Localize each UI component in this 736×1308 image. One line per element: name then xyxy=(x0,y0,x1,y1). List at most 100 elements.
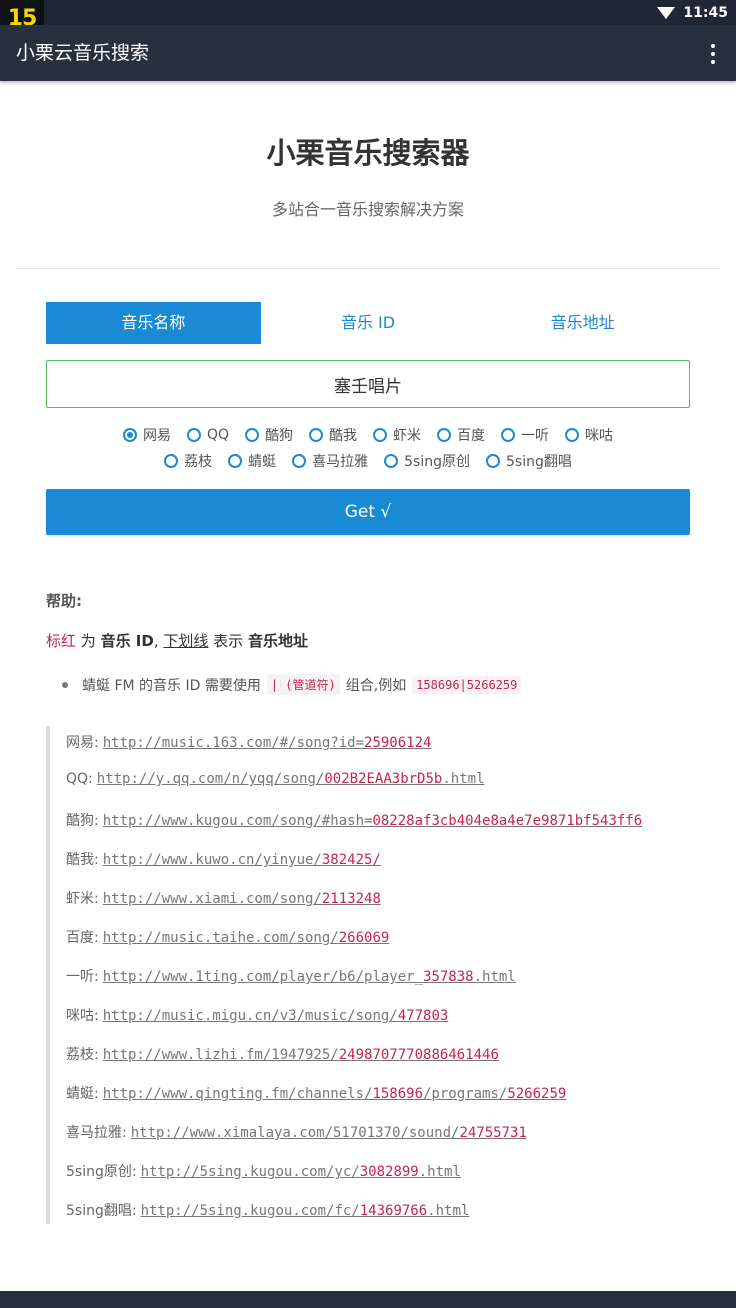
example-url[interactable]: http://5sing.kugou.com/fc/14369766.html xyxy=(141,1203,470,1219)
source-radio-group-2: 荔枝 蜻蜓 喜马拉雅 5sing原创 5sing翻唱 xyxy=(0,451,736,471)
example-label: 网易: xyxy=(66,735,99,751)
radio-label: 酷狗 xyxy=(265,428,294,444)
source-radio-xiami[interactable]: 虾米 xyxy=(373,425,421,445)
legend-comma: , xyxy=(153,632,159,650)
example-url[interactable]: http://music.taihe.com/song/266069 xyxy=(103,930,390,946)
example-row: 百度: http://music.taihe.com/song/266069 xyxy=(66,927,389,947)
radio-label: 5sing原创 xyxy=(404,454,470,470)
example-url[interactable]: http://music.migu.cn/v3/music/song/47780… xyxy=(103,1008,449,1024)
example-row: 酷狗: http://www.kugou.com/song/#hash=08228… xyxy=(66,810,642,830)
source-radio-migu[interactable]: 咪咕 xyxy=(565,425,613,445)
source-radio-baidu[interactable]: 百度 xyxy=(437,425,485,445)
radio-icon xyxy=(565,428,580,442)
source-radio-5sing-yc[interactable]: 5sing原创 xyxy=(384,451,470,471)
radio-icon xyxy=(164,454,179,468)
wifi-icon xyxy=(657,7,676,19)
example-row: 5sing翻唱: http://5sing.kugou.com/fc/143697… xyxy=(66,1200,469,1220)
radio-label: 网易 xyxy=(142,428,171,444)
example-row: 蜻蜓: http://www.qingting.fm/channels/15869… xyxy=(66,1083,566,1103)
source-radio-5sing-fc[interactable]: 5sing翻唱 xyxy=(486,451,572,471)
search-input[interactable] xyxy=(46,360,690,408)
source-radio-qq[interactable]: QQ xyxy=(186,425,230,445)
example-url[interactable]: http://5sing.kugou.com/yc/3082899.html xyxy=(141,1164,461,1180)
app-title: 小栗云音乐搜索 xyxy=(16,42,150,64)
legend-underline: 下划线 xyxy=(163,632,209,650)
example-label: 喜马拉雅: xyxy=(66,1125,127,1141)
radio-icon xyxy=(186,428,201,442)
url-examples-block: 网易: http://music.163.com/#/song?id=259061… xyxy=(46,726,706,1224)
example-label: 5sing翻唱: xyxy=(66,1203,137,1219)
source-radio-ximalaya[interactable]: 喜马拉雅 xyxy=(292,451,368,471)
radio-label: 百度 xyxy=(457,428,486,444)
radio-label: 5sing翻唱 xyxy=(506,454,572,470)
example-url[interactable]: http://www.qingting.fm/channels/158696/p… xyxy=(103,1086,567,1102)
legend-id: 音乐 ID xyxy=(100,632,154,650)
radio-icon xyxy=(228,454,243,468)
radio-icon xyxy=(292,454,307,468)
source-radio-group-1: 网易 QQ 酷狗 酷我 虾米 百度 一听 咪咕 xyxy=(0,425,736,445)
example-row: 荔枝: http://www.lizhi.fm/1947925/249870777… xyxy=(66,1044,499,1064)
example-row: 喜马拉雅: http://www.ximalaya.com/51701370/so… xyxy=(66,1122,527,1142)
legend-text: 表示 xyxy=(208,632,248,650)
more-options-icon[interactable] xyxy=(710,44,716,64)
source-radio-qingting[interactable]: 蜻蜓 xyxy=(228,451,276,471)
radio-icon xyxy=(384,454,399,468)
source-radio-kugou[interactable]: 酷狗 xyxy=(245,425,293,445)
radio-icon xyxy=(486,454,500,468)
page-title: 小栗音乐搜索器 xyxy=(266,136,470,170)
example-url[interactable]: http://y.qq.com/n/yqq/song/002B2EAA3brD5… xyxy=(97,771,485,787)
status-time: 11:45 xyxy=(683,4,728,21)
help-legend: 标红 为 音乐 ID, 下划线 表示 音乐地址 xyxy=(46,630,308,651)
example-label: 百度: xyxy=(66,930,99,946)
get-button[interactable]: Get √ xyxy=(46,489,690,535)
radio-icon xyxy=(437,428,452,442)
bullet-icon xyxy=(62,681,68,688)
radio-label: 酷我 xyxy=(329,428,358,444)
radio-icon xyxy=(373,428,388,442)
radio-label: 虾米 xyxy=(393,428,422,444)
example-label: 荔枝: xyxy=(66,1047,99,1063)
status-bar: 11:45 xyxy=(0,0,736,25)
example-label: 5sing原创: xyxy=(66,1164,137,1180)
source-radio-lizhi[interactable]: 荔枝 xyxy=(164,451,212,471)
radio-icon xyxy=(245,428,260,442)
radio-checked-icon xyxy=(122,428,137,442)
example-label: 咪咕: xyxy=(66,1008,99,1024)
example-row: 酷我: http://www.kuwo.cn/yinyue/382425/ xyxy=(66,849,381,869)
example-label: 酷我: xyxy=(66,852,99,868)
tab-music-id[interactable]: 音乐 ID xyxy=(261,302,476,344)
tab-music-name[interactable]: 音乐名称 xyxy=(46,302,261,344)
radio-label: 一听 xyxy=(521,428,550,444)
radio-label: 荔枝 xyxy=(184,454,213,470)
example-label: QQ: xyxy=(66,771,93,787)
example-url[interactable]: http://music.163.com/#/song?id=25906124 xyxy=(103,735,432,751)
example-row: 咪咕: http://music.migu.cn/v3/music/song/47… xyxy=(66,1005,448,1025)
app-bar: 小栗云音乐搜索 xyxy=(0,25,736,81)
radio-label: 咪咕 xyxy=(585,428,614,444)
example-url[interactable]: http://www.kuwo.cn/yinyue/382425/ xyxy=(103,852,381,868)
radio-label: 喜马拉雅 xyxy=(312,454,369,470)
example-url[interactable]: http://www.kugou.com/song/#hash=08228af3… xyxy=(103,813,642,829)
example-row: 一听: http://www.1ting.com/player/b6/player… xyxy=(66,966,516,986)
source-radio-1ting[interactable]: 一听 xyxy=(501,425,549,445)
divider xyxy=(16,268,720,269)
note-code: | (管道符) xyxy=(266,674,340,695)
legend-text: 为 xyxy=(76,632,101,650)
tab-music-url[interactable]: 音乐地址 xyxy=(475,302,690,344)
example-url[interactable]: http://www.xiami.com/song/2113248 xyxy=(103,891,381,907)
example-label: 酷狗: xyxy=(66,813,99,829)
source-radio-netease[interactable]: 网易 xyxy=(122,425,171,445)
source-radio-kuwo[interactable]: 酷我 xyxy=(309,425,357,445)
example-label: 虾米: xyxy=(66,891,99,907)
legend-red: 标红 xyxy=(46,632,77,650)
example-url[interactable]: http://www.1ting.com/player/b6/player_35… xyxy=(103,969,516,985)
example-url[interactable]: http://www.lizhi.fm/1947925/249870777088… xyxy=(103,1047,499,1063)
qingting-note: 蜻蜓 FM 的音乐 ID 需要使用 | (管道符) 组合,例如 158696|5… xyxy=(62,674,522,695)
example-row: 虾米: http://www.xiami.com/song/2113248 xyxy=(66,888,381,908)
example-url[interactable]: http://www.ximalaya.com/51701370/sound/2… xyxy=(131,1125,527,1141)
radio-label: QQ xyxy=(206,427,230,443)
note-code: 158696|5266259 xyxy=(412,675,522,694)
radio-label: 蜻蜓 xyxy=(248,454,277,470)
example-label: 一听: xyxy=(66,969,99,985)
radio-icon xyxy=(501,428,516,442)
